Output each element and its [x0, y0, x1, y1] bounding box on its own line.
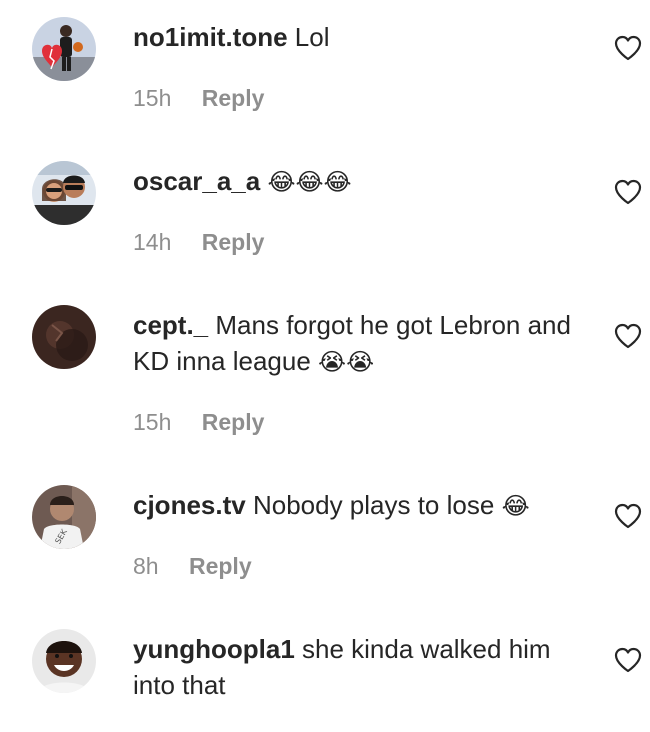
avatar[interactable] — [32, 161, 96, 225]
avatar-photo-icon — [32, 161, 96, 225]
comment-emoji: 😂 — [501, 492, 530, 520]
avatar[interactable] — [32, 305, 96, 369]
comment-meta: 15h Reply — [133, 407, 264, 437]
comment-username[interactable]: no1imit.tone — [133, 22, 288, 52]
comment-username[interactable]: oscar_a_a — [133, 166, 260, 196]
comment-timestamp[interactable]: 14h — [133, 229, 171, 255]
like-heart-icon[interactable] — [614, 179, 642, 205]
avatar-photo-icon: SEK — [32, 485, 96, 549]
avatar-photo-icon — [32, 17, 96, 81]
reply-button[interactable]: Reply — [202, 229, 265, 255]
comment-timestamp[interactable]: 15h — [133, 409, 171, 435]
comment-text: cept._ Mans forgot he got Lebron and KD … — [133, 307, 593, 380]
reply-button[interactable]: Reply — [202, 409, 265, 435]
comment-text: no1imit.tone Lol — [133, 19, 593, 55]
comment-username[interactable]: yunghoopla1 — [133, 634, 295, 664]
avatar-photo-icon — [32, 305, 96, 369]
reply-button[interactable]: Reply — [202, 85, 265, 111]
comment-body: Nobody plays to lose — [252, 490, 495, 520]
comment-meta: 15h Reply — [133, 83, 264, 113]
comment-body: Lol — [294, 22, 330, 52]
reply-button[interactable]: Reply — [189, 553, 252, 579]
like-heart-icon[interactable] — [614, 35, 642, 61]
comment-username[interactable]: cept._ — [133, 310, 208, 340]
like-heart-icon[interactable] — [614, 503, 642, 529]
avatar[interactable] — [32, 17, 96, 81]
like-heart-icon[interactable] — [614, 647, 642, 673]
comment-text: oscar_a_a 😂😂😂 — [133, 163, 593, 200]
comment-text: cjones.tv Nobody plays to lose 😂 — [133, 487, 593, 524]
comment-emoji: 😭😭 — [318, 348, 375, 376]
comment-text: yunghoopla1 she kinda walked him into th… — [133, 631, 593, 703]
comment-meta: 14h Reply — [133, 227, 264, 257]
avatar[interactable] — [32, 629, 96, 693]
comment-timestamp[interactable]: 8h — [133, 553, 159, 579]
comment-meta: 8h Reply — [133, 551, 252, 581]
comment-timestamp[interactable]: 15h — [133, 85, 171, 111]
avatar-photo-icon — [32, 629, 96, 693]
avatar[interactable]: SEK — [32, 485, 96, 549]
comment-emoji: 😂😂😂 — [267, 168, 352, 196]
comment-username[interactable]: cjones.tv — [133, 490, 246, 520]
like-heart-icon[interactable] — [614, 323, 642, 349]
